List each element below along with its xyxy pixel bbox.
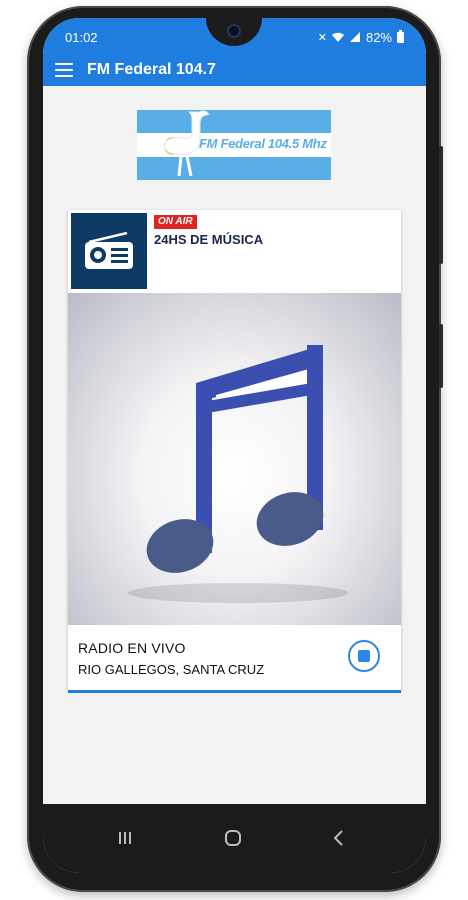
station-thumbnail: [71, 213, 147, 289]
stop-button[interactable]: [348, 640, 380, 672]
logo-text: FM Federal 104.5 Mhz: [199, 136, 327, 151]
home-button[interactable]: [213, 818, 253, 858]
recent-apps-button[interactable]: [105, 818, 145, 858]
signal-icon: [349, 32, 360, 42]
screen: 01:02 ✕ 82% FM Federal 104.7 FM Federal …: [43, 18, 426, 873]
music-note-icon: [128, 345, 348, 603]
camera-icon: [227, 24, 241, 38]
status-icons: ✕ 82%: [318, 30, 404, 45]
power-button: [439, 324, 443, 388]
system-nav-bar: [43, 804, 426, 873]
back-button[interactable]: [319, 818, 359, 858]
home-icon: [225, 830, 241, 846]
station-label: RADIO EN VIVO: [78, 640, 186, 656]
back-icon: [333, 830, 343, 846]
recent-apps-icon: [119, 832, 131, 844]
radio-icon: [85, 232, 133, 269]
app-bar: FM Federal 104.7: [43, 54, 426, 86]
now-playing-card: ON AIR 24HS DE MÚSICA RADIO EN VIVO RIO …: [68, 210, 401, 693]
program-name: 24HS DE MÚSICA: [154, 232, 264, 247]
station-logo: FM Federal 104.5 Mhz: [137, 110, 331, 180]
battery-percent: 82%: [365, 30, 392, 45]
battery-icon: [397, 30, 404, 43]
app-header: 01:02 ✕ 82% FM Federal 104.7: [43, 18, 426, 86]
wifi-icon: [331, 32, 344, 42]
album-artwork: [68, 293, 401, 625]
card-accent-bar: [68, 690, 401, 693]
app-title: FM Federal 104.7: [87, 61, 216, 78]
on-air-badge: ON AIR: [154, 215, 197, 229]
volume-button: [439, 146, 443, 264]
menu-icon[interactable]: [55, 63, 73, 77]
status-time: 01:02: [65, 30, 98, 45]
stop-icon: [358, 650, 370, 662]
mute-icon: ✕: [317, 32, 327, 44]
station-location: RIO GALLEGOS, SANTA CRUZ: [78, 662, 265, 677]
